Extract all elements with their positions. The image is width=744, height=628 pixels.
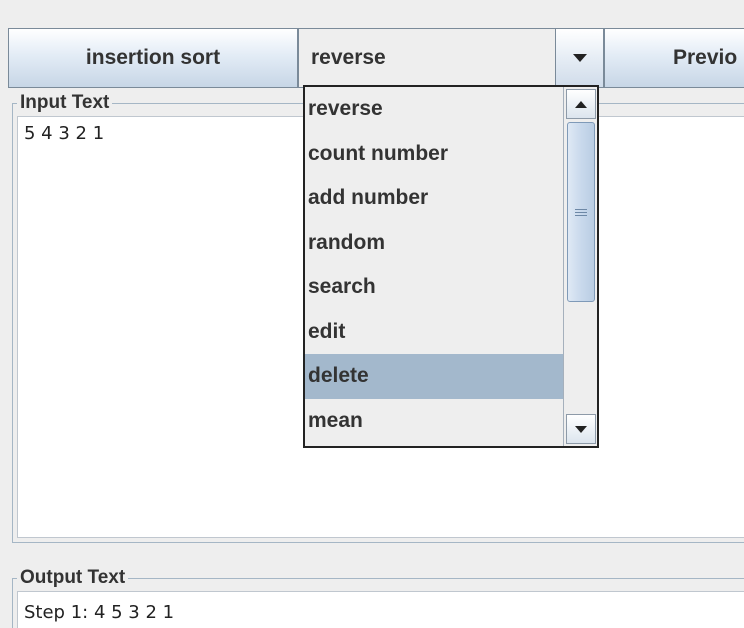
dropdown-item-add-number[interactable]: add number [305,176,563,221]
dropdown-item-mean[interactable]: mean [305,399,563,444]
output-text-area[interactable]: Step 1: 4 5 3 2 1 [17,591,744,628]
chevron-down-icon [572,54,587,62]
dropdown-item-random[interactable]: random [305,221,563,266]
dropdown-item-count-number[interactable]: count number [305,132,563,177]
output-text-title: Output Text [17,567,129,589]
insertion-sort-button-label: insertion sort [85,46,221,69]
operation-dropdown-popup: reverse count number add number random s… [303,85,599,448]
dropdown-scrollbar[interactable] [563,87,597,446]
arrow-down-icon [575,425,587,433]
scrollbar-thumb[interactable] [567,122,595,302]
output-text-panel: Output Text Step 1: 4 5 3 2 1 [12,567,744,628]
combo-arrow-button[interactable] [555,29,603,87]
grip-icon [575,208,587,216]
arrow-up-icon [575,100,587,108]
dropdown-list: reverse count number add number random s… [305,87,563,446]
input-text-title: Input Text [17,92,113,114]
previous-button-label: Previo [673,46,738,69]
dropdown-item-reverse[interactable]: reverse [305,87,563,132]
scroll-down-button[interactable] [566,414,596,444]
operation-combo-value: reverse [311,46,386,69]
dropdown-item-delete[interactable]: delete [305,354,563,399]
dropdown-item-search[interactable]: search [305,265,563,310]
operation-combo-box[interactable]: reverse [298,28,604,88]
dropdown-item-edit[interactable]: edit [305,310,563,355]
previous-button[interactable]: Previo [604,28,744,88]
insertion-sort-button[interactable]: insertion sort [8,28,298,88]
scroll-up-button[interactable] [566,89,596,119]
